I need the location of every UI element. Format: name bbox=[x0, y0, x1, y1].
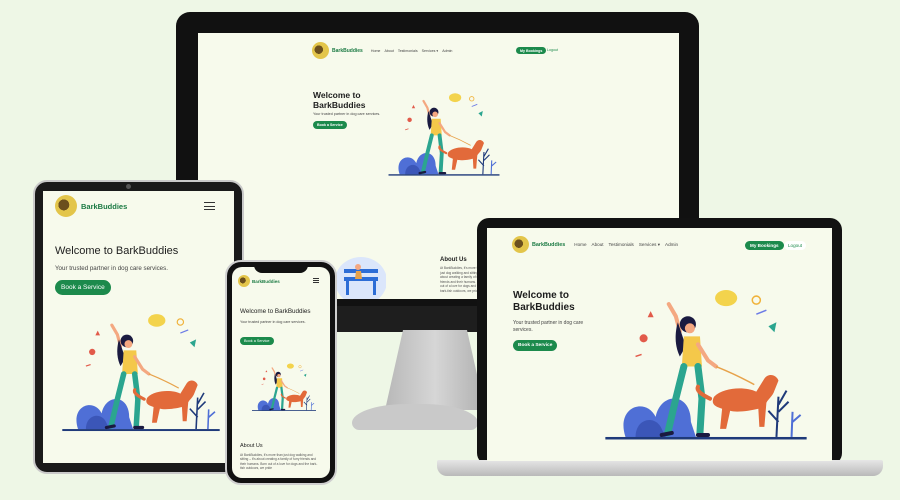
brand-logo-icon[interactable] bbox=[512, 236, 529, 253]
phone-screen: BarkBuddies Welcome to BarkBuddies Your … bbox=[232, 267, 330, 478]
nav-link-services[interactable]: Services ▾ bbox=[422, 49, 439, 53]
hero-title-line2: BarkBuddies bbox=[513, 302, 575, 313]
brand-logo-icon[interactable] bbox=[312, 42, 329, 59]
brand-logo-icon[interactable] bbox=[55, 195, 77, 217]
book-service-button[interactable]: Book a Service bbox=[313, 121, 347, 129]
hamburger-menu-icon[interactable] bbox=[313, 278, 319, 283]
nav-link-about[interactable]: About bbox=[592, 242, 604, 248]
hero-title-line2: BarkBuddies bbox=[313, 100, 366, 110]
laptop-base bbox=[437, 460, 883, 476]
nav-link-admin[interactable]: Admin bbox=[442, 49, 452, 53]
brand-name[interactable]: BarkBuddies bbox=[252, 279, 280, 284]
hero-title: Welcome to BarkBuddies bbox=[55, 245, 179, 257]
tablet-navbar: BarkBuddies bbox=[55, 195, 127, 217]
hero-title: Welcome to BarkBuddies bbox=[513, 290, 575, 314]
hero-subtitle: Your trusted partner in dog care service… bbox=[313, 112, 381, 116]
dog-walk-illustration bbox=[61, 311, 221, 433]
monitor-stand-neck bbox=[385, 330, 485, 410]
hero-title: Welcome to BarkBuddies bbox=[240, 308, 311, 315]
laptop-navbar: BarkBuddies Home About Testimonials Serv… bbox=[512, 236, 678, 253]
nav-link-home[interactable]: Home bbox=[574, 242, 586, 248]
logout-button[interactable]: Logout bbox=[784, 241, 807, 250]
dog-walk-illustration bbox=[601, 286, 811, 442]
hamburger-menu-icon[interactable] bbox=[204, 202, 215, 210]
nav-links: Home About Testimonials Services ▾ Admin bbox=[371, 49, 453, 53]
dog-walk-illustration bbox=[252, 362, 316, 412]
hero-subtitle: Your trusted partner in dog care service… bbox=[55, 265, 168, 272]
logout-button[interactable]: Logout bbox=[547, 48, 558, 52]
about-text: At BarkBuddies, it's more than just dog … bbox=[240, 453, 318, 471]
book-service-button[interactable]: Book a Service bbox=[513, 340, 558, 351]
nav-link-testimonials[interactable]: Testimonials bbox=[609, 242, 634, 248]
nav-link-services[interactable]: Services ▾ bbox=[639, 242, 660, 248]
my-bookings-button[interactable]: My Bookings bbox=[745, 241, 784, 250]
monitor-stand-foot bbox=[352, 404, 478, 430]
hero-title: Welcome to BarkBuddies bbox=[313, 90, 365, 110]
brand-logo-icon[interactable] bbox=[238, 275, 250, 287]
hero-subtitle: Your trusted partner in dog care service… bbox=[240, 320, 306, 324]
nav-link-home[interactable]: Home bbox=[371, 49, 381, 53]
brand-name[interactable]: BarkBuddies bbox=[81, 202, 127, 211]
tablet-camera bbox=[126, 184, 131, 189]
about-title: About Us bbox=[440, 257, 467, 263]
phone-navbar: BarkBuddies bbox=[238, 275, 280, 287]
bench-illustration bbox=[336, 257, 386, 299]
nav-link-admin[interactable]: Admin bbox=[665, 242, 678, 248]
nav-link-testimonials[interactable]: Testimonials bbox=[398, 49, 418, 53]
book-service-button[interactable]: Book a Service bbox=[55, 280, 111, 295]
about-title: About Us bbox=[240, 443, 263, 449]
tablet-screen: BarkBuddies Welcome to BarkBuddies Your … bbox=[43, 191, 234, 463]
laptop-screen: BarkBuddies Home About Testimonials Serv… bbox=[487, 228, 832, 461]
phone-notch bbox=[254, 264, 308, 273]
hero-subtitle: Your trusted partner in dog care service… bbox=[513, 320, 584, 333]
hero-title-line1: Welcome to bbox=[513, 290, 569, 301]
my-bookings-button[interactable]: My Bookings bbox=[516, 47, 547, 54]
nav-link-about[interactable]: About bbox=[384, 49, 393, 53]
brand-name[interactable]: BarkBuddies bbox=[532, 242, 565, 248]
brand-name[interactable]: BarkBuddies bbox=[332, 48, 363, 54]
book-service-button[interactable]: Book a Service bbox=[240, 337, 274, 345]
hero-title-line1: Welcome to bbox=[313, 90, 361, 100]
nav-links: Home About Testimonials Services ▾ Admin bbox=[574, 242, 678, 248]
dog-walk-illustration bbox=[388, 91, 500, 177]
